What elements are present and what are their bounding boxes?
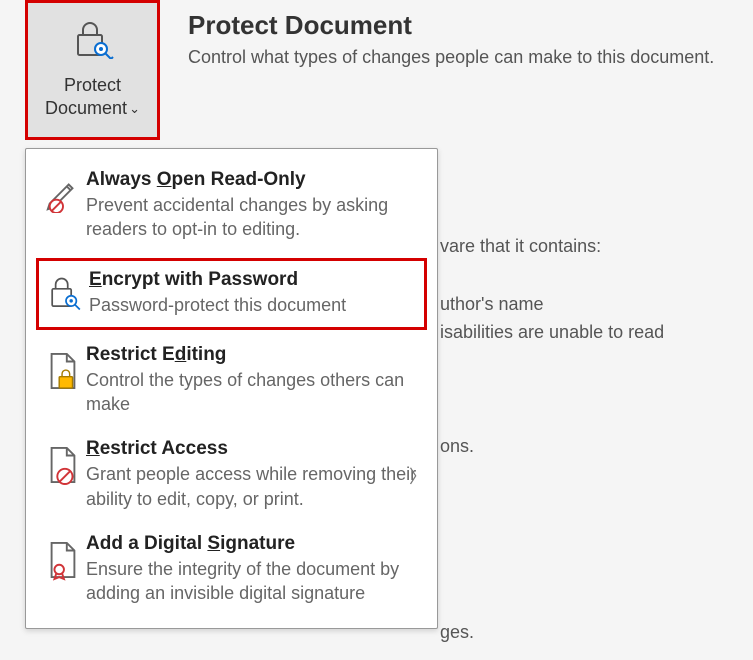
bg-text-line: uthor's name [440,294,544,315]
bg-text-line: vare that it contains: [440,236,601,257]
page-title: Protect Document [188,10,714,41]
protect-document-button[interactable]: Protect Document⌄ [25,0,160,140]
protect-document-menu: Always Open Read-Only Prevent accidental… [25,148,438,629]
menu-item-title: Always Open Read-Only [86,169,423,191]
menu-item-restrict-access[interactable]: Restrict Access Grant people access whil… [26,428,437,523]
menu-item-desc: Ensure the integrity of the document by … [86,557,423,606]
lock-key-icon [71,19,115,65]
menu-item-title: Restrict Editing [86,344,423,366]
menu-item-open-read-only[interactable]: Always Open Read-Only Prevent accidental… [26,159,437,254]
menu-item-desc: Control the types of changes others can … [86,368,423,417]
bg-text-line: isabilities are unable to read [440,322,664,343]
menu-item-desc: Prevent accidental changes by asking rea… [86,193,423,242]
menu-item-title: Add a Digital Signature [86,533,423,555]
lock-key-icon [43,275,89,313]
menu-item-desc: Password-protect this document [89,293,420,317]
protect-button-label-1: Protect [64,74,121,97]
menu-item-title: Restrict Access [86,438,423,460]
header-block: Protect Document Control what types of c… [188,10,714,68]
menu-item-digital-signature[interactable]: Add a Digital Signature Ensure the integ… [26,523,437,618]
menu-item-title: Encrypt with Password [89,269,420,291]
menu-item-restrict-editing[interactable]: Restrict Editing Control the types of ch… [26,334,437,429]
document-lock-icon [40,350,86,392]
page-subtitle: Control what types of changes people can… [188,47,714,68]
menu-item-desc: Grant people access while removing their… [86,462,423,511]
chevron-right-icon: 〉 [409,463,427,489]
bg-text-line: ons. [440,436,474,457]
menu-item-encrypt-password[interactable]: Encrypt with Password Password-protect t… [36,258,427,330]
pencil-prohibit-icon [40,175,86,213]
document-prohibit-icon [40,444,86,486]
chevron-down-icon: ⌄ [129,101,140,118]
document-ribbon-icon [40,539,86,581]
bg-text-line: ges. [440,622,474,643]
protect-button-label-2: Document⌄ [45,97,140,120]
